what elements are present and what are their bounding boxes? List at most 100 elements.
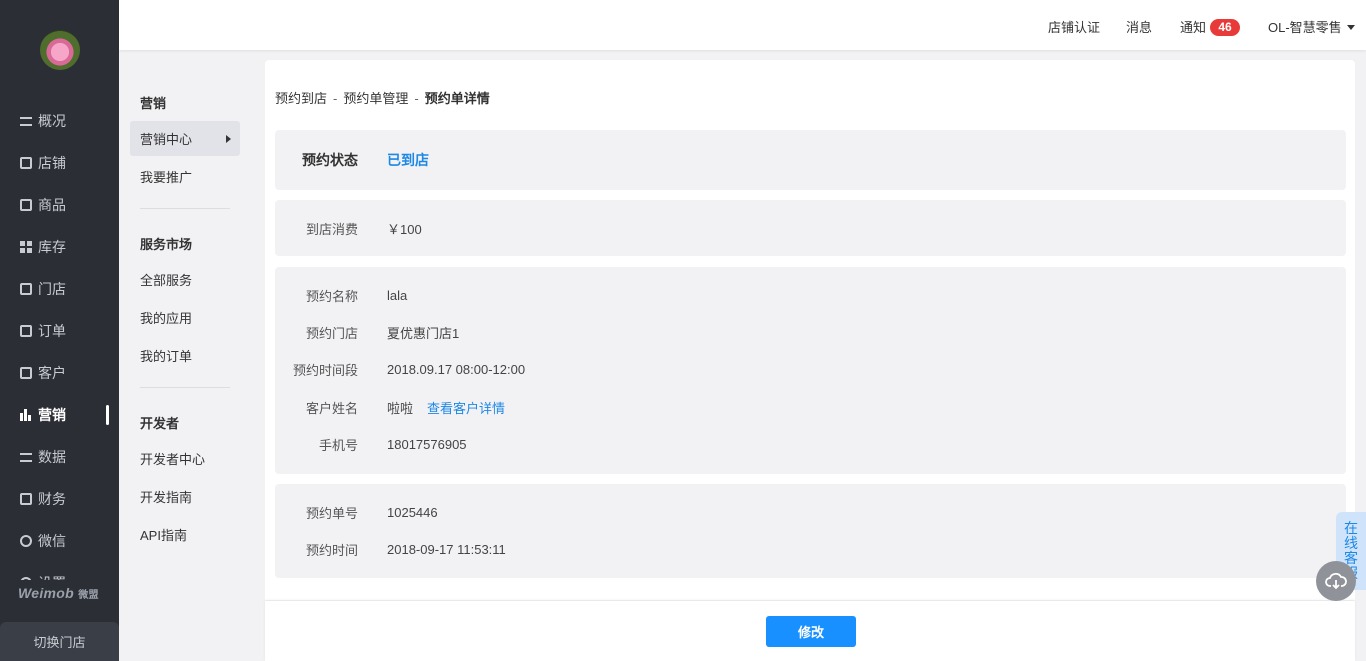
nav-item-shop[interactable]: 店铺 <box>0 142 119 184</box>
nav-label: 财务 <box>38 491 66 507</box>
nav-label: 概况 <box>38 113 66 129</box>
status-value: 已到店 <box>387 152 429 168</box>
finance-icon <box>20 493 32 505</box>
shop-icon <box>20 157 32 169</box>
detail-card: 预约到店 - 预约单管理 - 预约单详情 预约状态 已到店 到店消费 ￥100 预约名称… <box>265 60 1355 600</box>
subnav-divider <box>140 208 230 209</box>
order-icon <box>20 325 32 337</box>
nav-label: 设置 <box>38 573 66 580</box>
notice-link[interactable]: 通知 46 <box>1180 17 1241 36</box>
status-label: 预约状态 <box>302 152 358 168</box>
nav-item-marketing[interactable]: 营销 <box>0 394 119 436</box>
info-row: 手机号 18017576905 <box>275 434 1346 454</box>
info-row: 预约名称 lala <box>275 285 1346 305</box>
cloud-download-button[interactable] <box>1316 561 1356 601</box>
marketing-icon <box>20 409 32 421</box>
status-panel: 预约状态 已到店 <box>275 130 1346 190</box>
nav-item-goods[interactable]: 商品 <box>0 184 119 226</box>
nav-item-order[interactable]: 订单 <box>0 310 119 352</box>
store-cert-link[interactable]: 店铺认证 <box>1048 17 1100 36</box>
nav-label: 微信 <box>38 533 66 549</box>
overview-icon <box>20 116 32 126</box>
nav-item-settings[interactable]: 设置 <box>0 562 119 580</box>
subnav-item-marketing-center[interactable]: 营销中心 <box>130 121 240 156</box>
info-row: 预约门店 夏优惠门店1 <box>275 322 1346 342</box>
breadcrumb-appointment[interactable]: 预约到店 <box>275 91 327 106</box>
breadcrumb-management[interactable]: 预约单管理 <box>343 91 408 106</box>
info-row: 预约时间段 2018.09.17 08:00-12:00 <box>275 359 1346 379</box>
subnav-group-developer: 开发者 <box>140 416 180 431</box>
subnav-item-promote[interactable]: 我要推广 <box>130 159 240 194</box>
wechat-icon <box>20 535 32 547</box>
subnav-item-dev-guide[interactable]: 开发指南 <box>130 479 240 514</box>
customer-icon <box>20 367 32 379</box>
nav-item-inventory[interactable]: 库存 <box>0 226 119 268</box>
nav-label: 订单 <box>38 323 66 339</box>
main-sidebar: 概况 店铺 商品 库存 门店 订单 客户 营销 数据 财务 微信 设置 Weim… <box>0 0 119 661</box>
sub-sidebar: 营销 营销中心 我要推广 服务市场 全部服务 我的应用 我的订单 开发者 开发者… <box>119 0 264 661</box>
inventory-icon <box>20 241 32 253</box>
cloud-download-icon <box>1325 572 1347 590</box>
period-label: 预约时间段 <box>292 362 358 378</box>
nav-item-store[interactable]: 门店 <box>0 268 119 310</box>
subnav-item-my-orders[interactable]: 我的订单 <box>130 338 240 373</box>
order-time-value: 2018-09-17 11:53:11 <box>387 541 506 557</box>
store-value: 夏优惠门店1 <box>387 325 460 341</box>
account-dropdown[interactable]: OL-智慧零售 <box>1268 17 1355 36</box>
edit-button[interactable]: 修改 <box>766 616 856 647</box>
breadcrumb-separator: - <box>414 91 419 106</box>
nav-item-finance[interactable]: 财务 <box>0 478 119 520</box>
customer-value: 啦啦 <box>387 400 414 416</box>
subnav-item-api-guide[interactable]: API指南 <box>130 517 240 552</box>
name-label: 预约名称 <box>305 288 358 304</box>
account-name: OL-智慧零售 <box>1268 20 1342 35</box>
nav-item-wechat[interactable]: 微信 <box>0 520 119 562</box>
nav-label: 商品 <box>38 197 66 213</box>
nav-label: 库存 <box>38 239 66 255</box>
period-value: 2018.09.17 08:00-12:00 <box>387 361 526 377</box>
phone-label: 手机号 <box>318 437 358 453</box>
nav-item-data[interactable]: 数据 <box>0 436 119 478</box>
nav-label: 门店 <box>38 281 66 297</box>
subnav-item-my-apps[interactable]: 我的应用 <box>130 300 240 335</box>
order-info-panel: 预约单号 1025446 预约时间 2018-09-17 11:53:11 <box>275 484 1346 578</box>
order-number-label: 预约单号 <box>305 505 358 521</box>
consumption-label: 到店消费 <box>305 221 358 237</box>
breadcrumb-current: 预约单详情 <box>424 91 490 106</box>
appointment-info-panel: 预约名称 lala 预约门店 夏优惠门店1 预约时间段 2018.09.17 0… <box>275 267 1346 474</box>
nav-item-overview[interactable]: 概况 <box>0 100 119 142</box>
breadcrumb-separator: - <box>333 91 338 106</box>
phone-value: 18017576905 <box>387 436 467 452</box>
notice-label: 通知 <box>1180 20 1207 35</box>
nav-item-customer[interactable]: 客户 <box>0 352 119 394</box>
consumption-panel: 到店消费 ￥100 <box>275 200 1346 256</box>
data-icon <box>20 452 32 462</box>
view-customer-link[interactable]: 查看客户详情 <box>427 398 505 417</box>
breadcrumb: 预约到店 - 预约单管理 - 预约单详情 <box>275 88 490 107</box>
switch-store-button[interactable]: 切换门店 <box>0 622 119 661</box>
subnav-divider <box>140 387 230 388</box>
subnav-item-developer-center[interactable]: 开发者中心 <box>130 441 240 476</box>
nav-label: 店铺 <box>38 155 66 171</box>
subnav-item-all-services[interactable]: 全部服务 <box>130 262 240 297</box>
main-nav: 概况 店铺 商品 库存 门店 订单 客户 营销 数据 财务 微信 设置 <box>0 100 119 580</box>
nav-label: 客户 <box>38 365 66 381</box>
info-row: 预约单号 1025446 <box>275 502 1346 522</box>
messages-link[interactable]: 消息 <box>1126 17 1152 36</box>
settings-icon <box>20 577 32 580</box>
status-row: 预约状态 已到店 <box>275 150 1346 170</box>
order-number-value: 1025446 <box>387 504 438 520</box>
action-bar: 修改 <box>265 601 1355 661</box>
weimob-brand-logo: Weimob 微盟 <box>18 585 99 601</box>
subnav-group-service-market: 服务市场 <box>140 237 193 252</box>
nav-label: 数据 <box>38 449 66 465</box>
store-label: 预约门店 <box>305 325 358 341</box>
store-logo[interactable] <box>40 30 80 70</box>
notice-count-badge: 46 <box>1210 19 1241 36</box>
subnav-group-marketing: 营销 <box>140 96 167 111</box>
info-row: 客户姓名 啦啦 查看客户详情 <box>275 397 1346 417</box>
subnav-label: 营销中心 <box>140 132 193 147</box>
info-row: 预约时间 2018-09-17 11:53:11 <box>275 539 1346 559</box>
name-value: lala <box>387 287 408 303</box>
consumption-value: ￥100 <box>387 221 422 237</box>
